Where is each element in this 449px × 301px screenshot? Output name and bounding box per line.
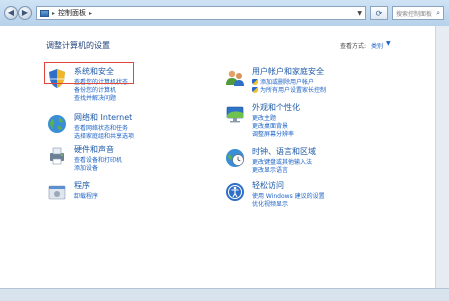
category-title-clock-language[interactable]: 时钟、语言和区域 bbox=[252, 146, 316, 157]
search-input[interactable]: 搜索控制面板 ⌕ bbox=[392, 6, 444, 20]
refresh-button[interactable]: ⟳ bbox=[370, 6, 388, 20]
breadcrumb-control-panel[interactable]: 控制面板 bbox=[58, 8, 86, 18]
link-homegroup-sharing[interactable]: 选择家庭组和共享选项 bbox=[74, 131, 134, 140]
category-title-ease-of-access[interactable]: 轻松访问 bbox=[252, 180, 284, 191]
link-uninstall-program[interactable]: 卸载程序 bbox=[74, 191, 98, 200]
back-button[interactable]: ◀ bbox=[4, 6, 18, 20]
page-title: 调整计算机的设置 bbox=[46, 41, 110, 50]
category-title-user-accounts[interactable]: 用户帐户和家庭安全 bbox=[252, 66, 324, 77]
window-titlebar: ◀ ▶ ▸ 控制面板 ▸ ▼ ⟳ 搜索控制面板 ⌕ bbox=[0, 0, 449, 27]
control-panel-icon bbox=[40, 9, 49, 17]
ease-of-access-icon[interactable] bbox=[224, 181, 246, 203]
category-title-network-internet[interactable]: 网络和 Internet bbox=[74, 112, 132, 123]
category-programs: 程序 卸载程序 bbox=[46, 180, 216, 206]
category-clock-language-region: 时钟、语言和区域 更改键盘或其他输入法 更改显示语言 bbox=[224, 146, 414, 178]
category-hardware-sound: 硬件和声音 查看设备和打印机 添加设备 bbox=[46, 144, 216, 178]
appearance-icon[interactable] bbox=[224, 103, 246, 125]
clock-globe-icon[interactable] bbox=[224, 147, 246, 169]
view-by-dropdown[interactable]: 类别 bbox=[371, 41, 383, 50]
forward-button[interactable]: ▶ bbox=[18, 6, 32, 20]
printer-icon[interactable] bbox=[46, 145, 68, 167]
breadcrumb-separator-icon: ▸ bbox=[52, 9, 56, 17]
highlight-box bbox=[44, 62, 134, 84]
category-title-appearance[interactable]: 外观和个性化 bbox=[252, 102, 300, 113]
network-globe-icon[interactable] bbox=[46, 113, 68, 135]
category-user-accounts: 用户帐户和家庭安全 添加或删除用户帐户 为所有用户设置家长控制 bbox=[224, 66, 414, 100]
link-change-display-language[interactable]: 更改显示语言 bbox=[252, 165, 288, 174]
programs-icon[interactable] bbox=[46, 181, 68, 203]
search-icon[interactable]: ⌕ bbox=[436, 9, 440, 18]
control-panel-content: 调整计算机的设置 查看方式: 类别 ▼ 系统和安全 查看您的计算机状态 备份您的… bbox=[0, 26, 436, 288]
status-bar bbox=[0, 288, 449, 301]
link-adjust-resolution[interactable]: 调整屏幕分辨率 bbox=[252, 129, 294, 138]
users-icon[interactable] bbox=[224, 67, 246, 89]
address-dropdown-icon[interactable]: ▼ bbox=[357, 10, 362, 17]
breadcrumb-separator-icon: ▸ bbox=[89, 9, 93, 17]
uac-shield-icon bbox=[252, 87, 258, 93]
category-network-internet: 网络和 Internet 查看网络状态和任务 选择家庭组和共享选项 bbox=[46, 112, 216, 148]
address-bar[interactable]: ▸ 控制面板 ▸ ▼ bbox=[36, 6, 366, 20]
category-appearance: 外观和个性化 更改主题 更改桌面背景 调整屏幕分辨率 bbox=[224, 102, 414, 142]
view-by-label: 查看方式: bbox=[340, 43, 367, 50]
link-add-device[interactable]: 添加设备 bbox=[74, 163, 98, 172]
search-placeholder: 搜索控制面板 bbox=[396, 10, 433, 18]
link-optimize-display[interactable]: 优化视频显示 bbox=[252, 199, 288, 208]
category-title-programs[interactable]: 程序 bbox=[74, 180, 90, 191]
vertical-scrollbar[interactable] bbox=[435, 26, 449, 288]
chevron-down-icon[interactable]: ▼ bbox=[386, 40, 391, 47]
category-title-hardware-sound[interactable]: 硬件和声音 bbox=[74, 144, 114, 155]
category-ease-of-access: 轻松访问 使用 Windows 建议的设置 优化视频显示 bbox=[224, 180, 414, 212]
link-parental-controls[interactable]: 为所有用户设置家长控制 bbox=[252, 85, 326, 94]
link-troubleshoot[interactable]: 查找并解决问题 bbox=[74, 93, 116, 102]
